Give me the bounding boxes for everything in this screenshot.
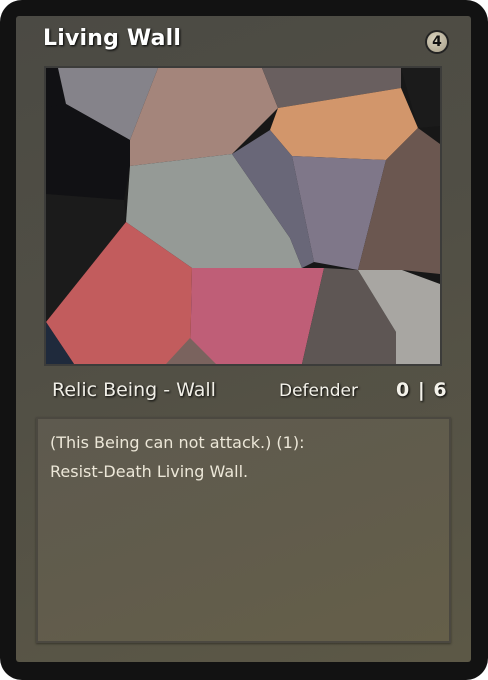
- keyword-label: Defender: [279, 381, 359, 401]
- card[interactable]: Living Wall 4 Relic Being - Wall Defende…: [0, 0, 488, 680]
- cost-icon: 4: [427, 32, 447, 52]
- power-toughness: 0 | 6: [396, 379, 448, 401]
- rules-line: Resist-Death Living Wall.: [50, 462, 249, 481]
- card-art: [44, 66, 442, 366]
- mosaic-art: [46, 68, 440, 364]
- type-line: Relic Being - Wall: [52, 379, 216, 401]
- rules-line: (This Being can not attack.) (1):: [50, 433, 305, 452]
- rules-text: (This Being can not attack.) (1): Resist…: [50, 428, 430, 486]
- card-title: Living Wall: [43, 26, 182, 51]
